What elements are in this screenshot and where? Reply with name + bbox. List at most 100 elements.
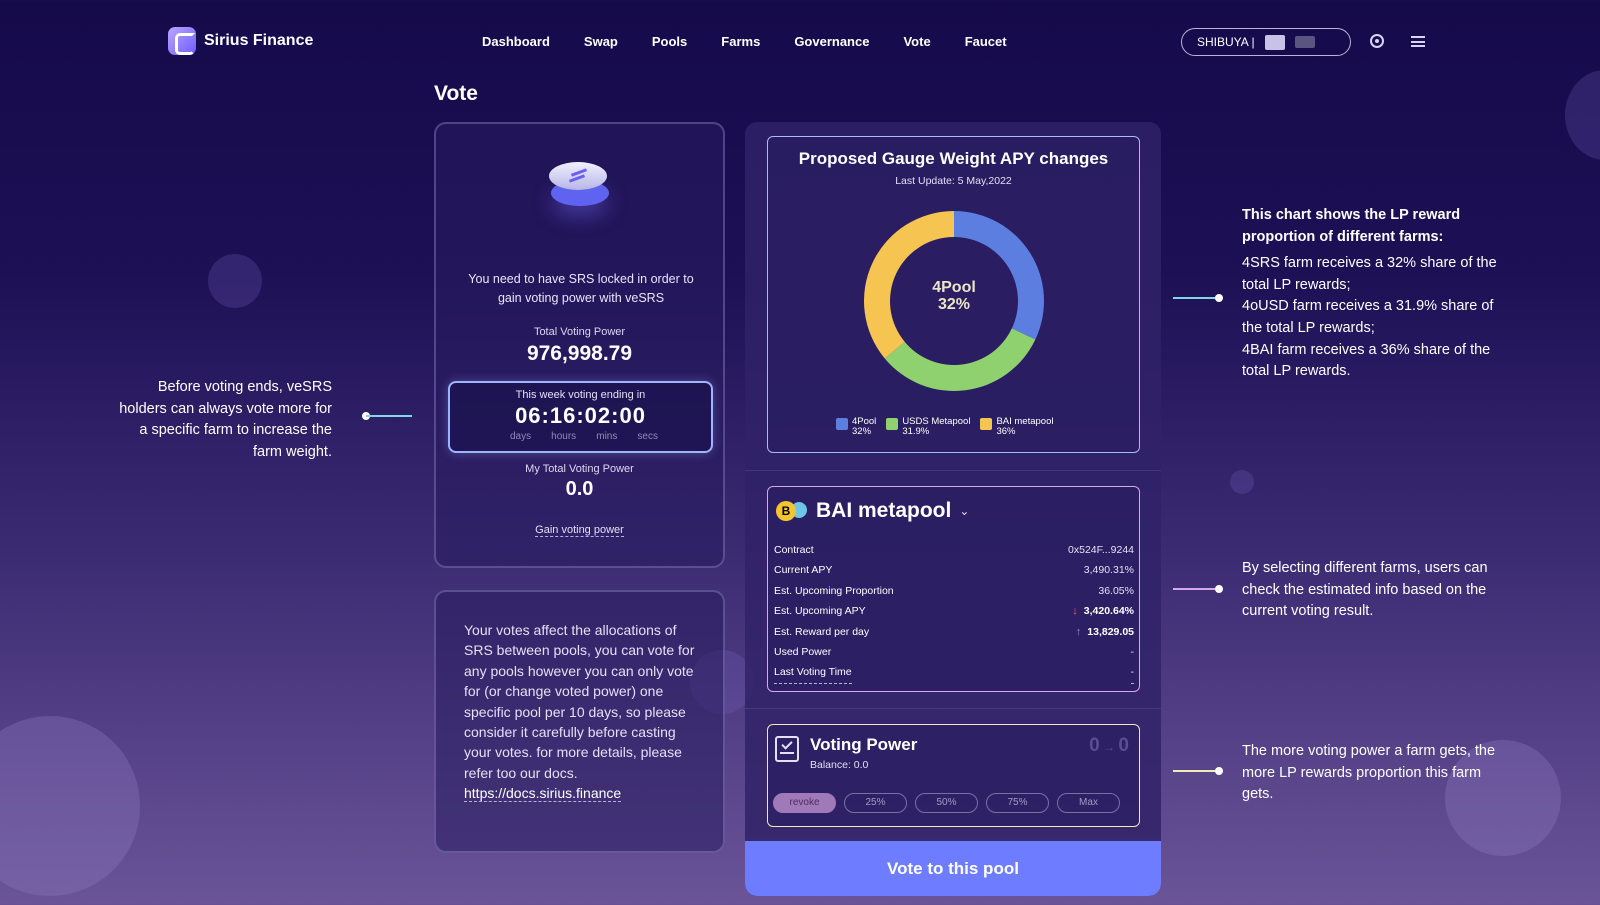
decorative-circle (0, 716, 140, 896)
annotation-connector (1173, 588, 1219, 590)
voting-power-allocator: Voting Power Balance: 0.0 0 → 0 revoke 2… (767, 724, 1140, 827)
folder-icon (1264, 34, 1285, 50)
brand-name: Sirius Finance (204, 32, 314, 49)
nav-swap[interactable]: Swap (584, 34, 618, 49)
annotation-dot (1215, 294, 1223, 302)
total-voting-power-label: Total Voting Power (533, 326, 626, 338)
gain-voting-power-link-wrap: Gain voting power (436, 524, 723, 537)
farm-stats: Contract 0x524F...9244 Current APY 3,490… (774, 540, 1134, 684)
chart-legend: 4Pool 32% USDS Metapool 31.9% BAI metapool 36… (836, 417, 1086, 437)
arrow-up-icon: ↑ (1075, 625, 1082, 638)
nav-pools[interactable]: Pools (652, 34, 687, 49)
nav-dashboard[interactable]: Dashboard (482, 34, 550, 49)
countdown-label: This week voting ending in (515, 389, 646, 401)
voting-info-card: Your votes affect the allocations of SRS… (434, 590, 725, 853)
farm-name: BAI metapool (816, 499, 952, 522)
nav-farms[interactable]: Farms (721, 34, 760, 49)
legend-value: 32% (852, 426, 872, 437)
my-voting-power-label: My Total Voting Power (525, 463, 634, 475)
pct-25-button[interactable]: 25% (844, 793, 907, 813)
docs-link[interactable]: https://docs.sirius.finance (464, 785, 622, 803)
farm-row-reward-per-day: Est. Reward per day ↑ 13,829.05 (774, 622, 1134, 642)
annotation-left: Before voting ends, veSRS holders can al… (119, 379, 332, 460)
nav-governance[interactable]: Governance (794, 34, 869, 49)
legend-value: 36% (996, 426, 1016, 437)
farm-row-upcoming-apy: Est. Upcoming APY ↓ 3,420.64% (774, 601, 1134, 621)
farm-row-last-voting-time: Last Voting Time - (774, 662, 1134, 684)
annotation-farm: By selecting different farms, users can … (1242, 560, 1488, 620)
farm-row-contract: Contract 0x524F...9244 (774, 540, 1134, 560)
pct-75-button[interactable]: 75% (986, 793, 1049, 813)
unit-mins: mins (596, 431, 618, 442)
legend-swatch (980, 418, 993, 430)
farm-row-label: Contract (774, 544, 814, 556)
legend-value: 31.9% (902, 426, 930, 437)
farm-selector[interactable]: B BAI metapool ⌄ (776, 499, 969, 523)
nav-vote[interactable]: Vote (903, 34, 930, 49)
countdown-time: 06:16:02:00 (515, 403, 646, 428)
arrow-down-icon: ↓ (1072, 605, 1078, 618)
farm-row-value: 36.05% (1098, 584, 1134, 597)
farm-row-value: - (1130, 646, 1135, 659)
nav-faucet[interactable]: Faucet (965, 34, 1007, 49)
annotation-chart-line: 4SRS farm receives a 32% share of the to… (1242, 255, 1497, 293)
decorative-circle (208, 254, 262, 308)
voting-power-card: You need to have SRS locked in order to … (434, 122, 725, 568)
donut-center-value: 32% (937, 296, 971, 313)
lock-requirement-message: You need to have SRS locked in order to … (468, 272, 694, 305)
unit-secs: secs (637, 431, 658, 442)
annotation-connector (1173, 770, 1219, 772)
farm-row-label[interactable]: Last Voting Time (774, 662, 852, 684)
farm-details: B BAI metapool ⌄ Contract 0x524F...9244 … (767, 486, 1140, 692)
total-voting-power-value: 976,998.79 (526, 342, 633, 365)
power-to: 0 (1118, 735, 1129, 756)
legend-text: USDS Metapool 31.9% (902, 417, 970, 437)
farm-row-value-wrap: ↑ 13,829.05 (1076, 622, 1134, 642)
voting-power-balance: Balance: 0.0 (810, 759, 869, 771)
farm-row-label: Current APY (774, 564, 833, 577)
srs-coin-icon (547, 154, 611, 218)
farm-row-value: 3,490.31% (1083, 564, 1134, 577)
revoke-button[interactable]: revoke (773, 793, 836, 813)
unit-days: days (510, 431, 532, 442)
gain-voting-power-link[interactable]: Gain voting power (535, 524, 624, 537)
gauge-weight-chart: Proposed Gauge Weight APY changes Last U… (767, 136, 1140, 453)
farm-row-value: 13,829.05 (1087, 625, 1134, 638)
farm-row-label: Used Power (774, 646, 832, 659)
hamburger-menu-icon[interactable] (1411, 36, 1425, 47)
legend-item: BAI metapool 36% (980, 417, 1053, 437)
power-from: 0 (1089, 735, 1100, 756)
sirius-logo-icon (168, 27, 196, 55)
voting-power-change: 0 → 0 (1089, 735, 1129, 757)
farm-row-current-apy: Current APY 3,490.31% (774, 560, 1134, 580)
donut-center-label: 4Pool 32% (860, 279, 1048, 313)
vote-panel: Proposed Gauge Weight APY changes Last U… (745, 122, 1161, 896)
annotation-chart-title: This chart shows the LP reward proportio… (1242, 207, 1461, 245)
annotation-dot (1215, 767, 1223, 775)
gear-icon[interactable] (1370, 34, 1384, 48)
legend-text: BAI metapool 36% (996, 417, 1053, 437)
network-selector[interactable]: SHIBUYA | (1181, 28, 1351, 56)
legend-text: 4Pool 32% (852, 417, 876, 437)
max-button[interactable]: Max (1057, 793, 1120, 813)
annotation-dot (1215, 585, 1223, 593)
donut-slice-4pool[interactable] (954, 211, 1044, 340)
brand-logo[interactable]: Sirius Finance (168, 27, 313, 55)
farm-row-value: 3,420.64% (1083, 605, 1134, 618)
voting-power-title: Voting Power (810, 735, 918, 754)
chevron-down-icon: ⌄ (959, 504, 970, 518)
section-divider (745, 708, 1161, 709)
donut-slice-usds-metapool[interactable] (884, 328, 1036, 391)
farm-row-label: Est. Upcoming APY (774, 605, 866, 618)
power-percentage-buttons: revoke 25% 50% 75% Max (773, 793, 1120, 813)
farm-row-value: - (1130, 662, 1134, 684)
pct-50-button[interactable]: 50% (915, 793, 978, 813)
farm-row-upcoming-proportion: Est. Upcoming Proportion 36.05% (774, 581, 1134, 601)
vote-to-pool-button[interactable]: Vote to this pool (745, 841, 1161, 896)
ballot-check-icon (775, 736, 799, 762)
section-divider (745, 470, 1161, 471)
bai-token-icon: B (776, 499, 810, 523)
voting-info-text-block: Your votes affect the allocations of SRS… (464, 620, 700, 804)
voting-info-text: Your votes affect the allocations of SRS… (464, 622, 695, 781)
annotation-chart-line: 4oUSD farm receives a 31.9% share of the… (1242, 298, 1494, 336)
